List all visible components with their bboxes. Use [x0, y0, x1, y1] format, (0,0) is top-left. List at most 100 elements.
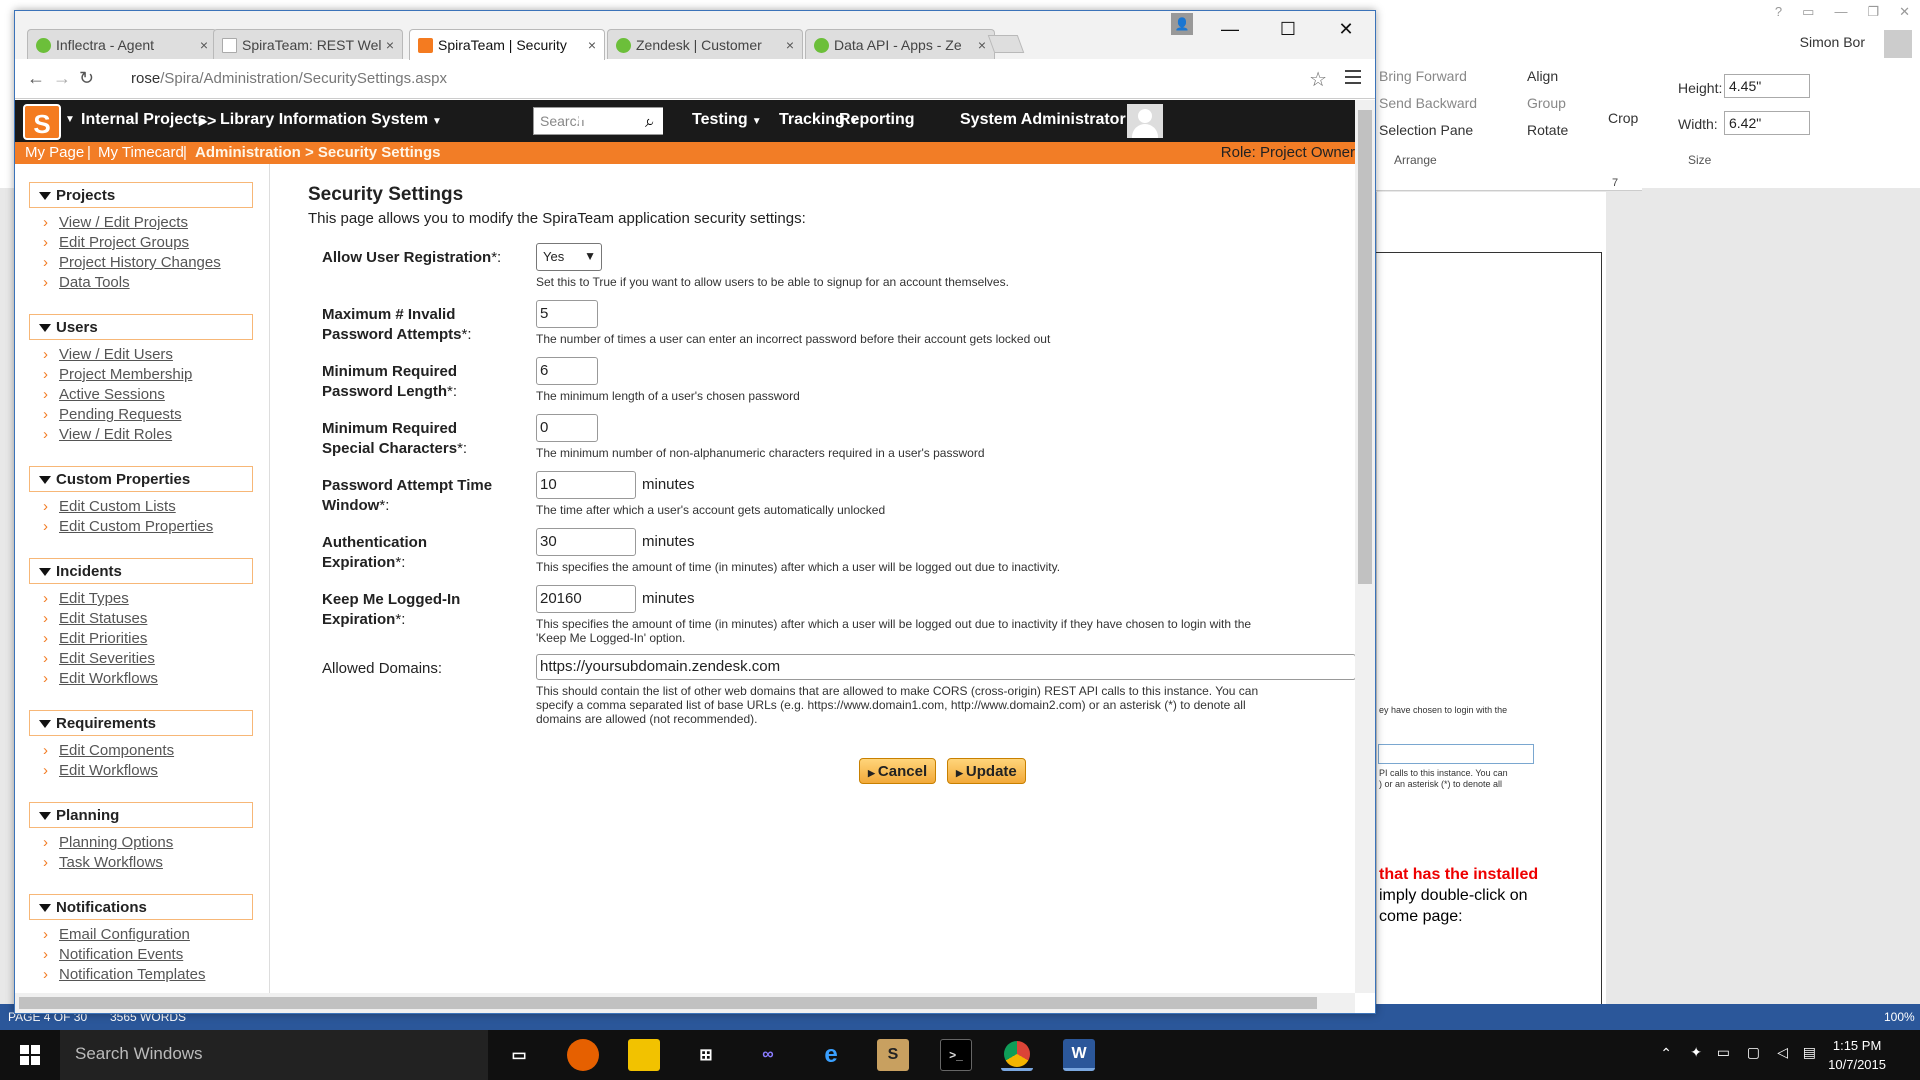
sidebar-link[interactable]: View / Edit Users [29, 345, 253, 365]
word-icon[interactable]: W [1063, 1039, 1095, 1071]
attempt-window-input[interactable]: 10 [536, 471, 636, 499]
help-icon[interactable]: ? [1775, 4, 1782, 20]
sidebar-link[interactable]: Email Configuration [29, 925, 253, 945]
ribbon-options-icon[interactable]: ▭ [1802, 4, 1814, 20]
my-page-link[interactable]: My Page [25, 144, 84, 161]
close-icon[interactable]: × [386, 37, 394, 53]
tab-data-api[interactable]: Data API - Apps - Ze × [805, 29, 995, 59]
bring-forward-button[interactable]: Bring Forward [1379, 68, 1467, 84]
width-input[interactable]: 6.42" [1724, 111, 1810, 135]
nav-reporting[interactable]: Reporting [839, 111, 915, 129]
sidebar-link[interactable]: Edit Workflows [29, 669, 253, 689]
logo-dropdown-caret[interactable]: ▼ [65, 114, 75, 125]
sidebar-link[interactable]: Project History Changes [29, 253, 253, 273]
scrollbar-thumb[interactable] [19, 997, 1317, 1009]
zoom-level[interactable]: 100% [1884, 1010, 1915, 1024]
sidebar-link[interactable]: Edit Types [29, 589, 253, 609]
store-icon[interactable]: ⊞ [690, 1039, 722, 1071]
min-special-chars-input[interactable]: 0 [536, 414, 598, 442]
infinity-app-icon[interactable]: ∞ [752, 1039, 784, 1071]
sidebar-heading[interactable]: Requirements [29, 710, 253, 736]
task-view-icon[interactable]: ▭ [503, 1039, 535, 1071]
bookmark-star-icon[interactable]: ☆ [1309, 67, 1327, 92]
tab-security[interactable]: SpiraTeam | Security × [409, 29, 605, 60]
sidebar-heading[interactable]: Incidents [29, 558, 253, 584]
selection-pane-button[interactable]: Selection Pane [1379, 122, 1473, 138]
maximize-button[interactable]: ☐ [1259, 11, 1317, 47]
sidebar-link[interactable]: Pending Requests [29, 405, 253, 425]
sidebar-link[interactable]: Edit Project Groups [29, 233, 253, 253]
close-icon[interactable]: × [200, 37, 208, 53]
sidebar-heading[interactable]: Projects [29, 182, 253, 208]
sidebar-link[interactable]: Active Sessions [29, 385, 253, 405]
nav-user[interactable]: System Administrator [960, 111, 1126, 129]
reload-button[interactable]: ↻ [79, 68, 94, 89]
word-user-avatar[interactable] [1884, 30, 1912, 58]
crop-button[interactable]: Crop [1608, 110, 1638, 126]
tab-rest[interactable]: SpiraTeam: REST Wel × [213, 29, 403, 59]
nav-planning[interactable]: Planning ▼ [575, 111, 656, 129]
min-password-length-input[interactable]: 6 [536, 357, 598, 385]
sidebar-heading[interactable]: Users [29, 314, 253, 340]
close-button[interactable]: ✕ [1317, 11, 1375, 47]
sidebar-link[interactable]: Edit Components [29, 741, 253, 761]
breadcrumb[interactable]: Administration > Security Settings [195, 144, 440, 161]
sidebar-link[interactable]: Edit Severities [29, 649, 253, 669]
terminal-icon[interactable]: >_ [940, 1039, 972, 1071]
notifications-icon[interactable]: ▤ [1803, 1044, 1816, 1061]
rotate-button[interactable]: Rotate [1527, 122, 1568, 138]
nav-testing[interactable]: Testing ▼ [692, 111, 762, 129]
sidebar-link[interactable]: View / Edit Projects [29, 213, 253, 233]
firefox-icon[interactable] [567, 1039, 599, 1071]
url-field[interactable]: rose/Spira/Administration/SecuritySettin… [131, 70, 447, 87]
update-button[interactable]: ▶ Update [947, 758, 1026, 784]
sidebar-link[interactable]: Notification Templates [29, 965, 253, 985]
sidebar-link[interactable]: Project Membership [29, 365, 253, 385]
tab-zendesk[interactable]: Zendesk | Customer × [607, 29, 803, 59]
profile-icon[interactable]: 👤 [1171, 13, 1193, 35]
taskbar-search[interactable]: Search Windows [60, 1030, 488, 1080]
sidebar-link[interactable]: Notification Events [29, 945, 253, 965]
nav-library-system[interactable]: Library Information System ▼ [220, 111, 442, 129]
height-input[interactable]: 4.45" [1724, 74, 1810, 98]
sidebar-link[interactable]: Edit Custom Lists [29, 497, 253, 517]
start-button[interactable] [0, 1030, 60, 1080]
sidebar-link[interactable]: Planning Options [29, 833, 253, 853]
close-icon[interactable]: × [978, 37, 986, 53]
chrome-icon[interactable] [1001, 1039, 1033, 1071]
clock[interactable]: 1:15 PM 10/7/2015 [1828, 1036, 1886, 1074]
close-icon[interactable]: × [786, 37, 794, 53]
menu-icon[interactable] [1345, 70, 1361, 84]
restore-icon[interactable]: ❐ [1867, 4, 1879, 20]
file-explorer-icon[interactable] [628, 1039, 660, 1071]
sidebar-link[interactable]: Edit Priorities [29, 629, 253, 649]
vertical-scrollbar[interactable] [1355, 100, 1375, 993]
dropbox-icon[interactable]: ✦ [1690, 1044, 1702, 1061]
sidebar-heading[interactable]: Notifications [29, 894, 253, 920]
sidebar-link[interactable]: Task Workflows [29, 853, 253, 873]
sidebar-link[interactable]: View / Edit Roles [29, 425, 253, 445]
word-user-name[interactable]: Simon Bor [1800, 34, 1865, 50]
user-avatar[interactable] [1127, 104, 1163, 138]
close-icon[interactable]: ✕ [1899, 4, 1910, 20]
max-invalid-attempts-input[interactable]: 5 [536, 300, 598, 328]
sidebar-link[interactable]: Edit Custom Properties [29, 517, 253, 537]
network-icon[interactable]: ▢ [1747, 1044, 1760, 1061]
sidebar-link[interactable]: Data Tools [29, 273, 253, 293]
auth-expiration-input[interactable]: 30 [536, 528, 636, 556]
spira-icon[interactable]: S [877, 1039, 909, 1071]
sidebar-heading[interactable]: Planning [29, 802, 253, 828]
forward-button[interactable]: → [53, 68, 71, 89]
volume-icon[interactable]: ◁ [1777, 1044, 1788, 1061]
spira-logo[interactable]: S [23, 104, 61, 140]
sidebar-heading[interactable]: Custom Properties [29, 466, 253, 492]
new-tab-button[interactable] [987, 35, 1025, 53]
send-backward-button[interactable]: Send Backward [1379, 95, 1477, 111]
back-button[interactable]: ← [27, 68, 45, 89]
allow-registration-select[interactable]: Yes [536, 243, 602, 271]
group-button[interactable]: Group [1527, 95, 1566, 111]
minimize-icon[interactable]: — [1834, 4, 1847, 20]
nav-internal-projects[interactable]: Internal Projects [81, 111, 206, 129]
tab-inflectra[interactable]: Inflectra - Agent × [27, 29, 217, 59]
tray-chevron-icon[interactable]: ⌃ [1660, 1045, 1672, 1062]
